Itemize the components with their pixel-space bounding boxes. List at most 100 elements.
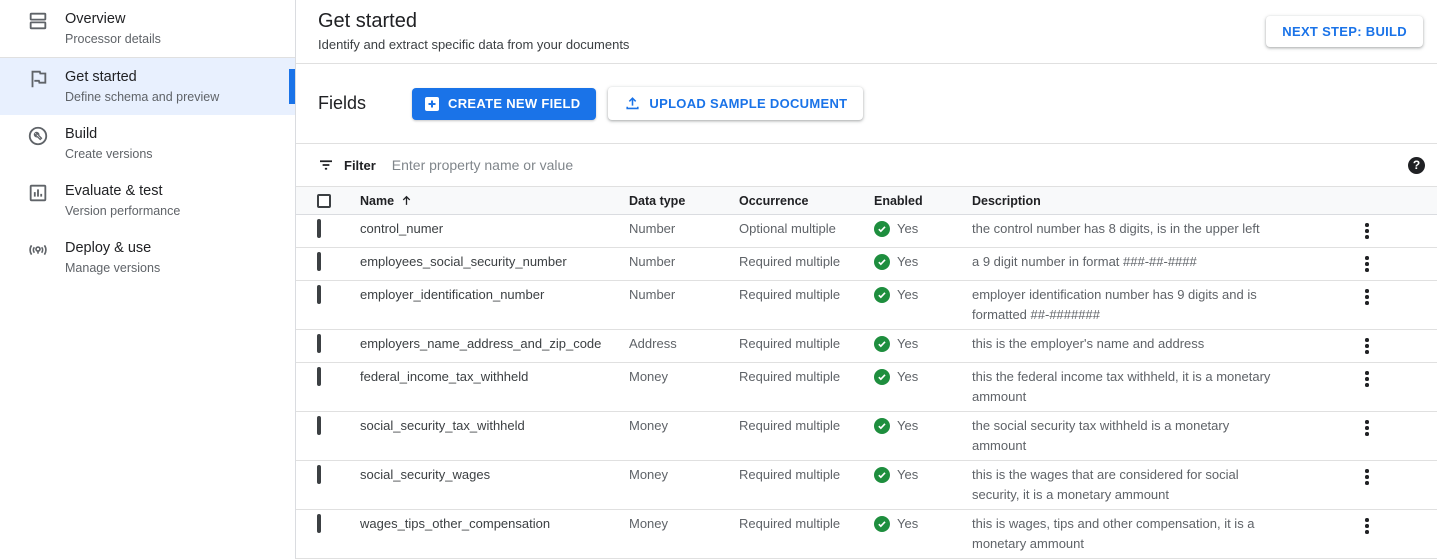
- field-occurrence: Required multiple: [739, 465, 874, 485]
- field-description: the social security tax withheld is a mo…: [972, 416, 1298, 456]
- field-description: this is the wages that are considered fo…: [972, 465, 1298, 505]
- help-icon[interactable]: ?: [1408, 157, 1425, 174]
- upload-icon: [624, 95, 641, 112]
- field-data-type: Money: [629, 514, 739, 534]
- enabled-check-icon: [874, 336, 890, 352]
- sidebar-item-overview[interactable]: Overview Processor details: [0, 0, 295, 57]
- row-menu-icon[interactable]: [1355, 416, 1379, 440]
- create-new-field-button[interactable]: CREATE NEW FIELD: [412, 88, 596, 120]
- fields-section-title: Fields: [318, 93, 366, 114]
- field-name: control_numer: [360, 219, 629, 239]
- sidebar-item-evaluate-test[interactable]: Evaluate & test Version performance: [0, 172, 295, 229]
- row-menu-icon[interactable]: [1355, 252, 1379, 276]
- enabled-check-icon: [874, 221, 890, 237]
- sidebar-item-label: Deploy & use: [65, 240, 151, 256]
- field-description: a 9 digit number in format ###-##-####: [972, 252, 1298, 272]
- enabled-check-icon: [874, 467, 890, 483]
- row-menu-icon[interactable]: [1355, 367, 1379, 391]
- table-row: employers_name_address_and_zip_code Addr…: [296, 330, 1437, 363]
- sidebar: Overview Processor details Get started D…: [0, 0, 296, 559]
- page-subtitle: Identify and extract specific data from …: [318, 36, 629, 54]
- field-data-type: Number: [629, 252, 739, 272]
- enabled-check-icon: [874, 369, 890, 385]
- field-enabled: Yes: [874, 285, 972, 305]
- filter-label: Filter: [344, 158, 376, 173]
- field-data-type: Money: [629, 416, 739, 436]
- select-all-checkbox[interactable]: [317, 194, 331, 208]
- sidebar-item-deploy-use[interactable]: Deploy & use Manage versions: [0, 229, 295, 286]
- row-menu-icon[interactable]: [1355, 465, 1379, 489]
- field-enabled: Yes: [874, 252, 972, 272]
- table-row: social_security_tax_withheld Money Requi…: [296, 412, 1437, 461]
- field-name: social_security_wages: [360, 465, 629, 485]
- row-menu-icon[interactable]: [1355, 514, 1379, 538]
- row-menu-icon[interactable]: [1355, 334, 1379, 358]
- analytics-icon: [27, 182, 49, 204]
- field-name: wages_tips_other_compensation: [360, 514, 629, 534]
- field-description: this the federal income tax withheld, it…: [972, 367, 1298, 407]
- field-occurrence: Optional multiple: [739, 219, 874, 239]
- row-checkbox[interactable]: [317, 285, 321, 304]
- field-occurrence: Required multiple: [739, 252, 874, 272]
- column-header-occurrence: Occurrence: [739, 194, 874, 208]
- field-occurrence: Required multiple: [739, 334, 874, 354]
- row-menu-icon[interactable]: [1355, 285, 1379, 309]
- field-name: federal_income_tax_withheld: [360, 367, 629, 387]
- enabled-check-icon: [874, 254, 890, 270]
- field-name: employees_social_security_number: [360, 252, 629, 272]
- next-step-build-button[interactable]: NEXT STEP: BUILD: [1266, 16, 1423, 47]
- filter-input[interactable]: [392, 157, 1398, 173]
- table-header-row: Name Data type Occurrence Enabled Descri…: [296, 187, 1437, 215]
- field-enabled: Yes: [874, 514, 972, 534]
- row-checkbox[interactable]: [317, 416, 321, 435]
- field-enabled: Yes: [874, 219, 972, 239]
- sort-ascending-icon[interactable]: [400, 194, 413, 207]
- column-header-enabled: Enabled: [874, 194, 972, 208]
- enabled-check-icon: [874, 516, 890, 532]
- row-checkbox[interactable]: [317, 252, 321, 271]
- field-occurrence: Required multiple: [739, 367, 874, 387]
- table-row: control_numer Number Optional multiple Y…: [296, 215, 1437, 248]
- page-header: Get started Identify and extract specifi…: [296, 0, 1437, 64]
- field-data-type: Address: [629, 334, 739, 354]
- table-row: employees_social_security_number Number …: [296, 248, 1437, 281]
- flag-icon: [27, 68, 49, 90]
- row-checkbox[interactable]: [317, 514, 321, 533]
- add-box-icon: [424, 96, 440, 112]
- sidebar-item-label: Overview: [65, 11, 125, 27]
- field-description: the control number has 8 digits, is in t…: [972, 219, 1298, 239]
- filter-bar: Filter ?: [296, 144, 1437, 187]
- field-enabled: Yes: [874, 416, 972, 436]
- field-occurrence: Required multiple: [739, 416, 874, 436]
- build-icon: [27, 125, 49, 147]
- main-content: Get started Identify and extract specifi…: [296, 0, 1437, 559]
- sidebar-item-sublabel: Version performance: [65, 202, 180, 220]
- field-data-type: Money: [629, 465, 739, 485]
- field-name: social_security_tax_withheld: [360, 416, 629, 436]
- row-menu-icon[interactable]: [1355, 219, 1379, 243]
- sidebar-item-sublabel: Define schema and preview: [65, 88, 219, 106]
- row-checkbox[interactable]: [317, 465, 321, 484]
- field-name: employer_identification_number: [360, 285, 629, 305]
- table-row: federal_income_tax_withheld Money Requir…: [296, 363, 1437, 412]
- table-row: employer_identification_number Number Re…: [296, 281, 1437, 330]
- sidebar-item-build[interactable]: Build Create versions: [0, 115, 295, 172]
- page-title: Get started: [318, 9, 629, 33]
- sidebar-item-get-started[interactable]: Get started Define schema and preview: [0, 58, 295, 115]
- upload-sample-document-button[interactable]: UPLOAD SAMPLE DOCUMENT: [608, 87, 863, 120]
- active-indicator: [289, 69, 295, 104]
- row-checkbox[interactable]: [317, 219, 321, 238]
- field-description: this is the employer's name and address: [972, 334, 1298, 354]
- fields-table-body: control_numer Number Optional multiple Y…: [296, 215, 1437, 559]
- field-name: employers_name_address_and_zip_code: [360, 334, 629, 354]
- row-checkbox[interactable]: [317, 367, 321, 386]
- row-checkbox[interactable]: [317, 334, 321, 353]
- sidebar-item-label: Evaluate & test: [65, 183, 163, 199]
- sidebar-item-label: Get started: [65, 69, 137, 85]
- overview-icon: [27, 10, 49, 32]
- table-row: social_security_wages Money Required mul…: [296, 461, 1437, 510]
- column-header-data-type: Data type: [629, 194, 739, 208]
- table-row: wages_tips_other_compensation Money Requ…: [296, 510, 1437, 559]
- field-description: employer identification number has 9 dig…: [972, 285, 1298, 325]
- field-data-type: Money: [629, 367, 739, 387]
